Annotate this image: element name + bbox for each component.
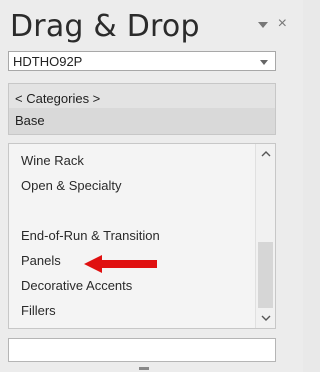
list-item-decorative-accents[interactable]: Decorative Accents [21,278,132,293]
red-arrow-icon [84,255,157,273]
scroll-up-icon[interactable] [261,149,271,159]
scroll-down-icon[interactable] [261,313,271,323]
list-item-wine-rack[interactable]: Wine Rack [21,153,84,168]
close-icon[interactable]: × [278,16,287,32]
resize-handle[interactable] [139,367,149,370]
categories-navigator: < Categories > Base [8,83,276,135]
panel-title: Drag & Drop [10,9,200,44]
list-item-fillers[interactable]: Fillers [21,303,56,318]
list-item-end-of-run[interactable]: End-of-Run & Transition [21,228,160,243]
chevron-down-icon[interactable] [257,22,268,28]
panel-controls: × [257,16,287,32]
item-list: Wine Rack Open & Specialty End-of-Run & … [8,143,276,329]
list-item-open-specialty[interactable]: Open & Specialty [21,178,121,193]
catalog-select[interactable]: HDTHO92P [8,51,276,71]
dropdown-arrow-icon[interactable] [260,60,268,65]
categories-nav-link[interactable]: < Categories > [15,91,100,106]
scroll-thumb[interactable] [258,242,273,308]
drag-and-drop-panel: Drag & Drop × HDTHO92P < Categories > Ba… [0,0,303,372]
catalog-select-value: HDTHO92P [13,54,83,69]
category-item-base[interactable]: Base [9,108,275,134]
search-input[interactable] [8,338,276,362]
category-label: Base [15,113,45,128]
list-item-panels[interactable]: Panels [21,253,61,268]
list-scrollbar[interactable] [255,144,275,328]
